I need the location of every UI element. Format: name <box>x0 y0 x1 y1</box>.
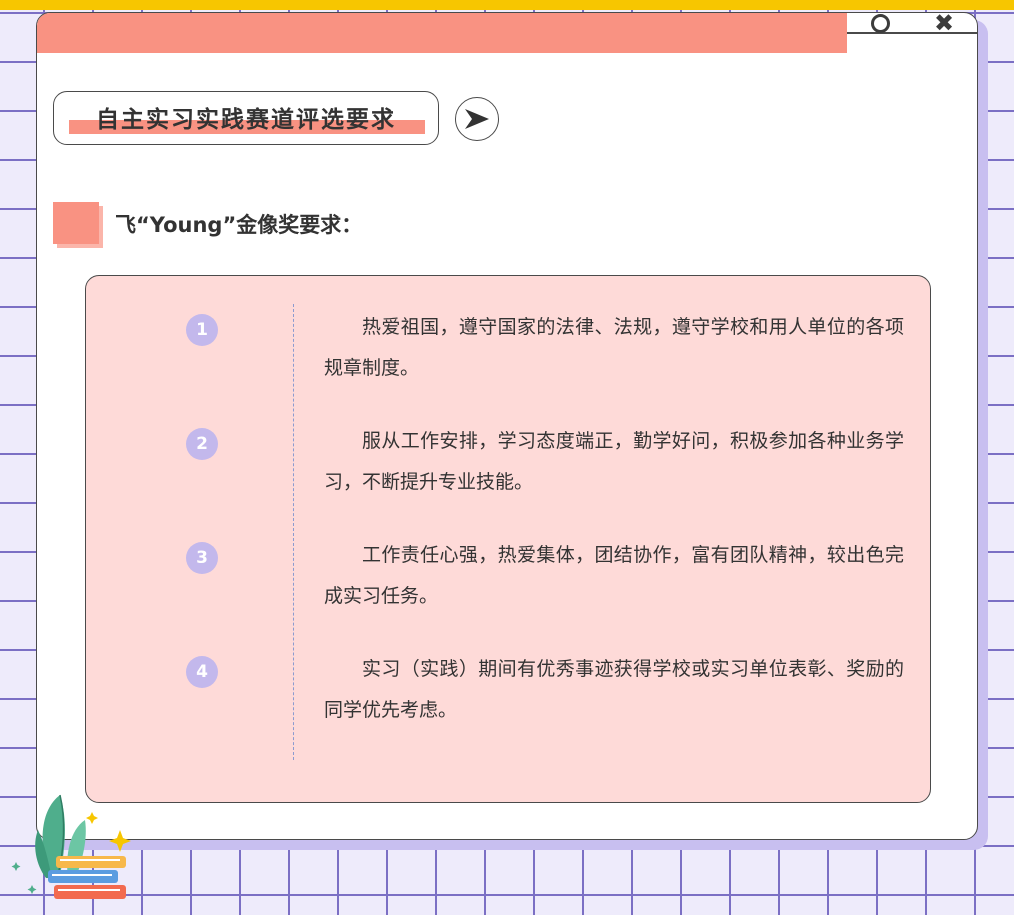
number-badge: 4 <box>186 656 218 688</box>
page-title: 自主实习实践赛道评选要求 <box>96 107 396 133</box>
window-card: ✖ 自主实习实践赛道评选要求 飞“Young”金像奖要求： 1 热爱祖国，遵守国… <box>36 12 978 840</box>
section-title: 飞“Young”金像奖要求： <box>115 213 363 237</box>
title-bar-line <box>847 32 977 34</box>
title-bar <box>37 13 847 53</box>
circle-icon[interactable] <box>869 13 891 33</box>
requirement-text: 实习（实践）期间有优秀事迹获得学校或实习单位表彰、奖励的同学优先考虑。 <box>324 658 904 721</box>
requirements-panel: 1 热爱祖国，遵守国家的法律、法规，遵守学校和用人单位的各项规章制度。 2 服从… <box>85 275 931 803</box>
requirement-text: 服从工作安排，学习态度端正，勤学好问，积极参加各种业务学习，不断提升专业技能。 <box>324 430 904 493</box>
play-arrow-icon[interactable] <box>455 97 499 141</box>
section-marker <box>53 202 99 244</box>
top-accent-bar <box>0 0 1014 10</box>
number-badge: 1 <box>186 314 218 346</box>
close-icon[interactable]: ✖ <box>933 13 955 37</box>
header-pill: 自主实习实践赛道评选要求 <box>53 91 439 145</box>
number-badge: 3 <box>186 542 218 574</box>
requirement-text: 热爱祖国，遵守国家的法律、法规，遵守学校和用人单位的各项规章制度。 <box>324 316 904 379</box>
plant-books-illustration <box>11 794 131 899</box>
dashed-divider <box>293 304 294 760</box>
requirement-text: 工作责任心强，热爱集体，团结协作，富有团队精神，较出色完成实习任务。 <box>324 544 904 607</box>
number-badge: 2 <box>186 428 218 460</box>
